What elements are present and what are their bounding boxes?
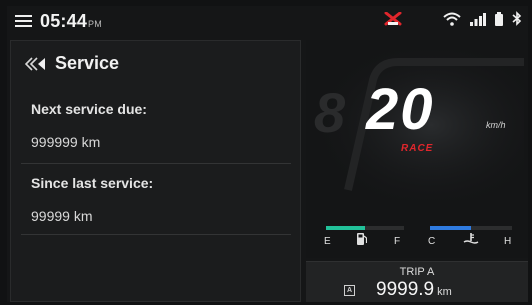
speed-cluster: 8 20 km/h RACE E F C H (306, 40, 528, 258)
wifi-icon (443, 12, 461, 31)
clock-time: 05:44 (40, 11, 88, 31)
signal-icon (470, 12, 486, 31)
battery-icon (495, 11, 503, 31)
trip-panel[interactable]: TRIP A A 9999.9 km (306, 261, 528, 302)
back-icon[interactable] (25, 56, 49, 72)
fuel-gauge: E F (324, 226, 406, 252)
trip-icon: A (344, 285, 355, 296)
menu-icon[interactable] (15, 15, 32, 27)
since-service-row: Since last service: 99999 km (11, 171, 300, 241)
fuel-gauge-fill (326, 226, 365, 230)
next-service-row: Next service due: 999999 km (11, 97, 300, 167)
next-service-label: Next service due: (31, 101, 147, 117)
fuel-empty-label: E (324, 236, 331, 247)
coolant-temp-icon (463, 233, 479, 244)
service-header[interactable]: Service (25, 53, 119, 74)
clock: 05:44PM (40, 11, 102, 32)
page-title: Service (55, 53, 120, 73)
trip-label: TRIP A (399, 266, 435, 278)
ride-mode: RACE (401, 143, 434, 154)
divider (21, 163, 291, 164)
fuel-full-label: F (394, 236, 401, 247)
since-service-value: 99999 km (31, 208, 93, 224)
divider (21, 234, 291, 235)
status-icons (375, 11, 522, 31)
trip-distance: 9999.9 km (376, 279, 452, 301)
trip-unit: km (437, 286, 452, 298)
trip-value: 9999.9 (376, 279, 435, 300)
fuel-pump-icon (357, 233, 367, 245)
speed-value: 20 (366, 77, 435, 142)
temp-gauge-fill (430, 226, 471, 230)
display-bezel: 05:44PM Service Next service due: 999999… (0, 0, 532, 305)
dashboard-screen: 05:44PM Service Next service due: 999999… (7, 6, 528, 302)
alert-icon (384, 11, 402, 31)
temp-cold-label: C (428, 236, 436, 247)
since-service-label: Since last service: (31, 175, 154, 191)
status-bar: 05:44PM (7, 6, 528, 37)
temp-hot-label: H (504, 236, 512, 247)
clock-ampm: PM (88, 19, 102, 29)
next-service-value: 999999 km (31, 134, 101, 150)
service-panel: Service Next service due: 999999 km Sinc… (10, 40, 301, 302)
speed-unit: km/h (486, 120, 506, 130)
bluetooth-icon (512, 11, 522, 31)
speed-ghost-digit: 8 (314, 81, 346, 144)
temperature-gauge: C H (428, 226, 514, 252)
